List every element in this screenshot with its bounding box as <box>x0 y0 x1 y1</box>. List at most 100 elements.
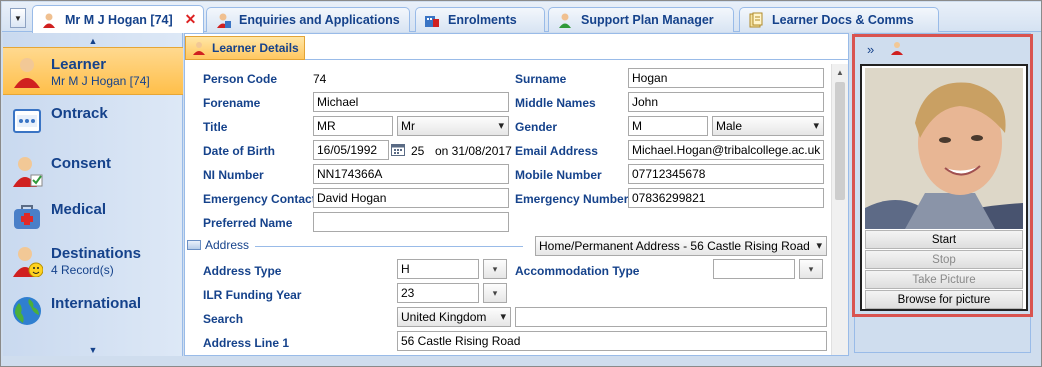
nav-item-international[interactable]: International <box>3 287 183 335</box>
tab-label: Enquiries and Applications <box>239 13 400 27</box>
preferred-name-field[interactable] <box>313 212 509 232</box>
middle-names-label: Middle Names <box>515 96 596 110</box>
side-navigation: ▲ Learner Mr M J Hogan [74] Ontrack Cons… <box>3 33 183 356</box>
ni-number-field[interactable]: NN174366A <box>313 164 509 184</box>
section-divider <box>305 59 848 60</box>
title-code-field[interactable]: MR <box>313 116 393 136</box>
tab-enquiries-applications[interactable]: Enquiries and Applications <box>206 7 410 32</box>
tab-learner-record[interactable]: Mr M J Hogan [74] ✕ <box>32 5 204 33</box>
learner-details-panel: Learner Details ▲ Person Code 74 Surname… <box>184 33 849 356</box>
accommodation-field[interactable] <box>713 259 795 279</box>
ilr-funding-year-dropdown[interactable]: ▾ <box>483 283 507 303</box>
tab-label: Support Plan Manager <box>581 13 714 27</box>
tab-enrolments[interactable]: Enrolments <box>415 7 545 32</box>
email-field[interactable]: Michael.Hogan@tribalcollege.ac.uk <box>628 140 824 160</box>
email-label: Email Address <box>515 144 598 158</box>
consent-icon <box>11 155 43 187</box>
address-type-label: Address Type <box>203 264 282 278</box>
stop-camera-button[interactable]: Stop <box>865 250 1023 269</box>
emergency-number-label: Emergency Number <box>515 192 629 206</box>
person-icon <box>215 12 231 28</box>
tab-list-dropdown[interactable]: ▼ <box>10 8 26 28</box>
address-heading: Address <box>187 238 249 252</box>
accommodation-dropdown[interactable]: ▾ <box>799 259 823 279</box>
age-value: 25 <box>411 144 425 158</box>
expand-panel-icon[interactable]: » <box>867 42 874 57</box>
gender-code-field[interactable]: M <box>628 116 708 136</box>
address-selector[interactable]: Home/Permanent Address - 56 Castle Risin… <box>535 236 827 256</box>
person-code-label: Person Code <box>203 72 278 86</box>
title-label: Title <box>203 120 228 134</box>
nav-item-label: Consent <box>51 155 111 172</box>
search-label: Search <box>203 312 244 326</box>
tab-support-plan-manager[interactable]: Support Plan Manager <box>548 7 734 32</box>
destinations-icon <box>11 245 44 278</box>
dob-field[interactable]: 16/05/1992 <box>313 140 389 160</box>
take-picture-button[interactable]: Take Picture <box>865 270 1023 289</box>
details-scrollbar[interactable]: ▲ <box>831 64 848 355</box>
gender-select[interactable]: Male <box>712 116 824 136</box>
emergency-number-field[interactable]: 07836299821 <box>628 188 824 208</box>
address-divider <box>255 246 523 247</box>
nav-item-consent[interactable]: Consent <box>3 147 183 195</box>
search-country-select[interactable]: United Kingdom <box>397 307 511 327</box>
mobile-field[interactable]: 07712345678 <box>628 164 824 184</box>
ni-number-label: NI Number <box>203 168 264 182</box>
accommodation-label: Accommodation Type <box>515 264 640 278</box>
surname-label: Surname <box>515 72 567 86</box>
person-icon <box>11 56 43 88</box>
ilr-funding-year-label: ILR Funding Year <box>203 288 302 302</box>
tab-label: Mr M J Hogan [74] <box>65 12 173 27</box>
nav-item-destinations[interactable]: Destinations 4 Record(s) <box>3 237 183 285</box>
tab-strip: ▼ Mr M J Hogan [74] ✕ Enquiries and Appl… <box>2 2 1041 33</box>
address-type-dropdown[interactable]: ▾ <box>483 259 507 279</box>
forename-field[interactable]: Michael <box>313 92 509 112</box>
learner-details-tab[interactable]: Learner Details <box>185 36 305 60</box>
section-title: Learner Details <box>212 41 299 55</box>
middle-names-field[interactable]: John <box>628 92 824 112</box>
nav-scroll-down-icon[interactable]: ▼ <box>3 344 183 356</box>
ilr-funding-year-field[interactable]: 23 <box>397 283 479 303</box>
emergency-contact-field[interactable]: David Hogan <box>313 188 509 208</box>
scroll-thumb[interactable] <box>835 82 845 200</box>
tab-label: Enrolments <box>448 13 517 27</box>
scroll-up-icon[interactable]: ▲ <box>832 64 848 80</box>
person-code-value: 74 <box>313 72 327 86</box>
nav-item-ontrack[interactable]: Ontrack <box>3 97 183 145</box>
forename-label: Forename <box>203 96 261 110</box>
browse-picture-button[interactable]: Browse for picture <box>865 290 1023 309</box>
person-icon <box>890 41 904 58</box>
address-line1-field[interactable]: 56 Castle Rising Road <box>397 331 827 351</box>
person-icon <box>41 12 57 28</box>
nav-item-label: International <box>51 295 142 312</box>
gender-label: Gender <box>515 120 558 134</box>
mobile-label: Mobile Number <box>515 168 602 182</box>
person-icon <box>557 12 573 28</box>
close-tab-icon[interactable]: ✕ <box>185 11 197 28</box>
dob-label: Date of Birth <box>203 144 275 158</box>
calendar-icon[interactable] <box>391 143 405 156</box>
nav-item-medical[interactable]: Medical <box>3 193 183 241</box>
documents-icon <box>748 12 764 28</box>
address-heading-label: Address <box>205 238 250 252</box>
person-icon <box>192 41 206 55</box>
address-type-field[interactable]: H <box>397 259 479 279</box>
photo-panel-header: » <box>867 41 904 58</box>
application-window: ▼ Mr M J Hogan [74] ✕ Enquiries and Appl… <box>0 0 1042 367</box>
tab-learner-docs-comms[interactable]: Learner Docs & Comms <box>739 7 939 32</box>
title-select[interactable]: Mr <box>397 116 509 136</box>
address-search-input[interactable] <box>515 307 827 327</box>
address-card-icon <box>187 240 201 250</box>
nav-scroll-up-icon[interactable]: ▲ <box>3 35 183 47</box>
age-on-date: on 31/08/2017 <box>435 144 512 158</box>
surname-field[interactable]: Hogan <box>628 68 824 88</box>
preferred-name-label: Preferred Name <box>203 216 293 230</box>
address-line1-label: Address Line 1 <box>203 336 290 350</box>
nav-item-label: Destinations <box>51 245 142 262</box>
ontrack-icon <box>11 105 43 137</box>
nav-item-learner[interactable]: Learner Mr M J Hogan [74] <box>3 47 183 95</box>
nav-item-label: Learner <box>51 56 107 73</box>
globe-icon <box>11 295 43 327</box>
tab-label: Learner Docs & Comms <box>772 13 914 27</box>
start-camera-button[interactable]: Start <box>865 230 1023 249</box>
